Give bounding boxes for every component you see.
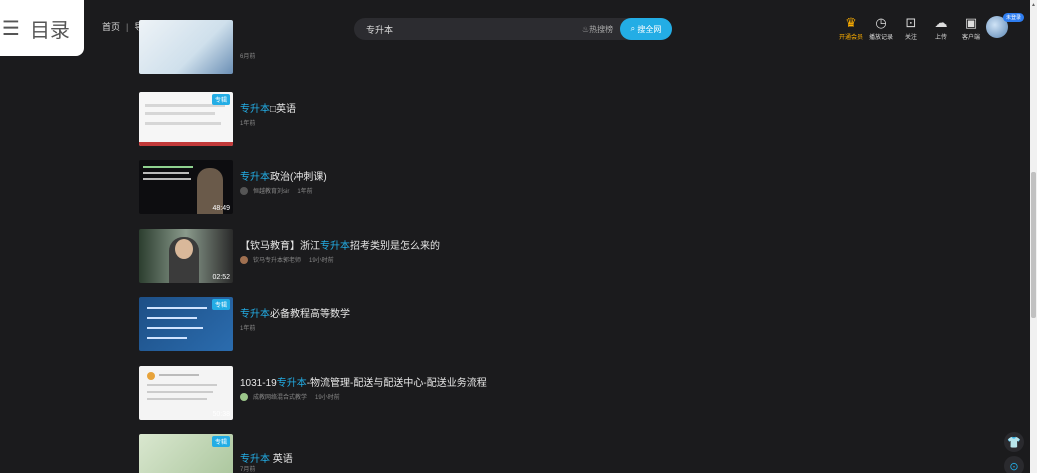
video-time: 7月前 bbox=[240, 467, 256, 473]
video-time: 6月前 bbox=[240, 54, 256, 60]
list-item[interactable]: 专辑 专升本必备教程高等数学 1年前 bbox=[139, 297, 839, 351]
video-thumbnail[interactable]: 专辑 bbox=[139, 92, 233, 146]
video-title[interactable]: 【钦马教育】浙江专升本招考类别是怎么来的 bbox=[240, 237, 440, 252]
video-time: 1年前 bbox=[240, 326, 256, 332]
login-badge: 未登录 bbox=[1003, 13, 1025, 22]
video-meta: 1年前 bbox=[240, 118, 255, 127]
uploader-avatar bbox=[240, 392, 248, 401]
list-item[interactable]: 专辑 专升本□英语 1年前 bbox=[139, 92, 839, 146]
crown-icon: ♛ bbox=[845, 15, 857, 30]
title-highlight: 专升本 bbox=[240, 309, 270, 320]
client-button[interactable]: ▣ 客户端 bbox=[956, 14, 986, 41]
title-rest: 政治(冲刺课) bbox=[270, 172, 327, 183]
title-rest: 必备教程高等数学 bbox=[270, 309, 350, 320]
video-time: 19小时前 bbox=[315, 395, 340, 401]
list-item[interactable]: 6月前 bbox=[139, 20, 839, 74]
video-duration: 48:49 bbox=[212, 205, 230, 212]
title-rest: -物流管理-配送与配送中心-配送业务流程 bbox=[306, 378, 487, 389]
title-highlight: 专升本 bbox=[276, 378, 307, 389]
vip-label: 开通会员 bbox=[838, 35, 863, 41]
video-thumbnail[interactable]: 50:38 bbox=[139, 366, 233, 420]
video-meta: 钦马专升本郭老师 19小时前 bbox=[240, 255, 334, 264]
bookmark-icon: ⊡ bbox=[905, 15, 917, 30]
video-duration: 02:52 bbox=[212, 274, 230, 281]
album-badge: 专辑 bbox=[211, 299, 230, 310]
scroll-up-icon[interactable]: ▲ bbox=[1031, 2, 1036, 8]
title-rest: 招考类别是怎么来的 bbox=[350, 241, 440, 252]
uploader-name[interactable]: 成教网络混合式教学 bbox=[253, 392, 307, 401]
uploader-name[interactable]: 钦马专升本郭老师 bbox=[253, 255, 301, 264]
list-item[interactable]: 48:49 专升本政治(冲刺课) 恒越教育刘sir 1年前 bbox=[139, 160, 839, 214]
title-rest: 英语 bbox=[270, 454, 293, 465]
title-prefix: 1031-19 bbox=[240, 378, 277, 389]
list-item[interactable]: 50:38 1031-19专升本-物流管理-配送与配送中心-配送业务流程 成教网… bbox=[139, 366, 839, 420]
video-meta: 恒越教育刘sir 1年前 bbox=[240, 186, 313, 195]
shirt-icon: 👕 bbox=[1007, 436, 1021, 449]
album-badge: 专辑 bbox=[211, 436, 230, 447]
video-title[interactable]: 1031-19专升本-物流管理-配送与配送中心-配送业务流程 bbox=[240, 374, 487, 389]
list-item[interactable]: 专辑 专升本 英语 7月前 bbox=[139, 434, 839, 473]
title-highlight: 专升本 bbox=[320, 241, 350, 252]
history-label: 播放记录 bbox=[868, 35, 893, 41]
video-time: 1年前 bbox=[240, 121, 256, 127]
album-badge: 专辑 bbox=[211, 94, 230, 105]
help-button[interactable]: ⊙ bbox=[1004, 456, 1024, 473]
upload-button[interactable]: ☁ 上传 bbox=[926, 14, 956, 41]
help-icon: ⊙ bbox=[1009, 460, 1019, 473]
list-item[interactable]: 02:52 【钦马教育】浙江专升本招考类别是怎么来的 钦马专升本郭老师 19小时前 bbox=[139, 229, 839, 283]
header-actions: ♛ 开通会员 ◷ 播放记录 ⊡ 关注 ☁ 上传 ▣ 客户端 bbox=[836, 14, 986, 41]
uploader-avatar bbox=[240, 186, 248, 195]
uploader-name[interactable]: 恒越教育刘sir bbox=[253, 186, 289, 195]
video-title[interactable]: 专升本□英语 bbox=[240, 100, 296, 115]
video-thumbnail[interactable] bbox=[139, 20, 233, 74]
toc-tab[interactable]: ☰ 目录 bbox=[0, 0, 84, 56]
video-thumbnail[interactable]: 02:52 bbox=[139, 229, 233, 283]
video-meta: 7月前 bbox=[240, 464, 255, 473]
nav-separator: | bbox=[126, 21, 129, 32]
video-title[interactable]: 专升本政治(冲刺课) bbox=[240, 168, 327, 183]
video-duration: 50:38 bbox=[212, 411, 230, 418]
nav-home-link[interactable]: 首页 bbox=[102, 20, 120, 33]
scrollbar-thumb[interactable] bbox=[1031, 172, 1036, 318]
upload-icon: ☁ bbox=[934, 15, 948, 30]
video-thumbnail[interactable]: 专辑 bbox=[139, 297, 233, 351]
scrollbar[interactable]: ▲ bbox=[1030, 0, 1037, 473]
upload-label: 上传 bbox=[934, 35, 947, 41]
video-meta: 1年前 bbox=[240, 323, 255, 332]
title-highlight: 专升本 bbox=[240, 172, 270, 183]
clock-icon: ◷ bbox=[875, 15, 887, 30]
title-highlight: 专升本 bbox=[240, 104, 270, 115]
client-icon: ▣ bbox=[964, 15, 978, 30]
vip-button[interactable]: ♛ 开通会员 bbox=[836, 14, 866, 41]
video-time: 1年前 bbox=[297, 189, 313, 195]
video-title[interactable]: 专升本必备教程高等数学 bbox=[240, 305, 350, 320]
video-time: 19小时前 bbox=[309, 258, 334, 264]
follow-button[interactable]: ⊡ 关注 bbox=[896, 14, 926, 41]
uploader-avatar bbox=[240, 255, 248, 264]
skin-button[interactable]: 👕 bbox=[1004, 432, 1024, 452]
video-meta: 6月前 bbox=[240, 51, 255, 60]
video-thumbnail[interactable]: 专辑 bbox=[139, 434, 233, 473]
video-title[interactable]: 专升本 英语 bbox=[240, 450, 293, 465]
history-button[interactable]: ◷ 播放记录 bbox=[866, 14, 896, 41]
follow-label: 关注 bbox=[904, 35, 917, 41]
list-icon: ☰ bbox=[2, 17, 20, 40]
video-meta: 成教网络混合式教学 19小时前 bbox=[240, 392, 340, 401]
video-thumbnail[interactable]: 48:49 bbox=[139, 160, 233, 214]
toc-label: 目录 bbox=[29, 19, 70, 42]
title-prefix: 【钦马教育】浙江 bbox=[240, 241, 320, 252]
title-rest: □英语 bbox=[270, 104, 297, 115]
client-label: 客户端 bbox=[961, 35, 980, 41]
